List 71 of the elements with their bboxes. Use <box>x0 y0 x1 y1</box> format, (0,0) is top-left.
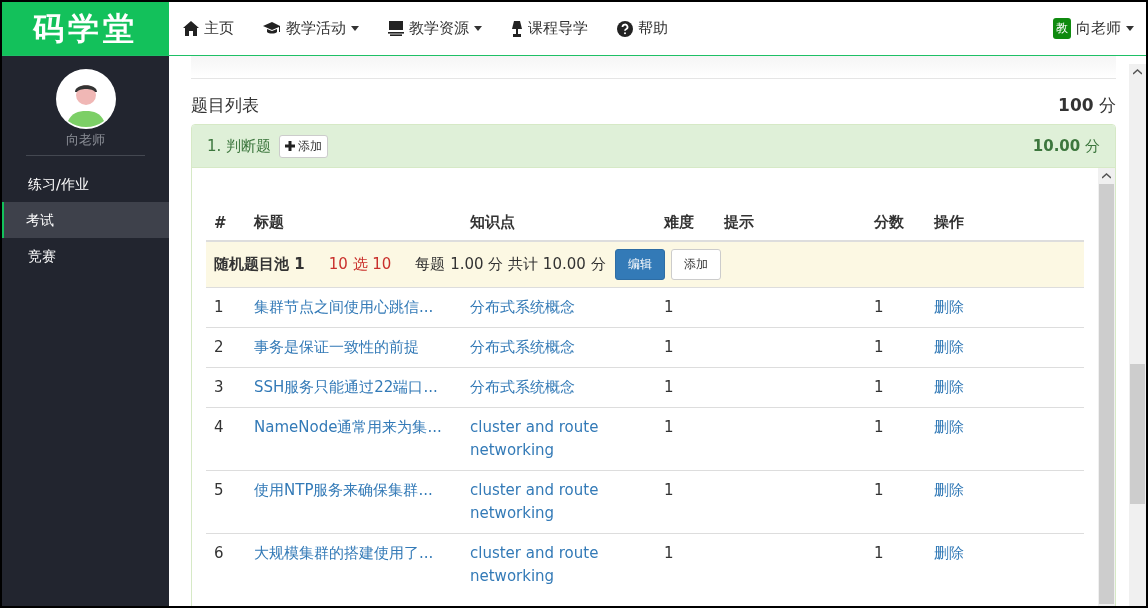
difficulty-cell: 1 <box>656 533 716 596</box>
sidebar-item[interactable]: 竞赛 <box>2 238 169 274</box>
question-link[interactable]: 集群节点之间使用心跳信... <box>254 296 454 319</box>
scrollbar-thumb[interactable] <box>1130 364 1145 504</box>
question-type-title: 1. 判断题 <box>207 136 272 156</box>
scroll-up-icon[interactable] <box>1133 69 1142 75</box>
difficulty-cell: 1 <box>656 327 716 368</box>
scrollbar[interactable] <box>1129 64 1146 606</box>
delete-link[interactable]: 删除 <box>934 376 1076 399</box>
home-icon <box>183 21 199 36</box>
scrollbar-thumb[interactable] <box>1099 184 1114 604</box>
edit-button[interactable]: 编辑 <box>614 249 665 280</box>
topic-link[interactable]: cluster and route networking <box>470 416 648 462</box>
lamp-icon <box>511 20 523 37</box>
scrollbar[interactable] <box>1098 168 1115 606</box>
add-button[interactable]: 添加 <box>279 134 329 158</box>
row-number: 4 <box>206 407 246 471</box>
nav-link[interactable]: 教学资源 <box>388 19 482 38</box>
sidebar-item[interactable]: 考试 <box>2 202 169 238</box>
topic-link[interactable]: cluster and route networking <box>470 542 648 588</box>
nav-link[interactable]: 教学活动 <box>263 19 359 38</box>
difficulty-cell: 1 <box>656 407 716 471</box>
topic-link[interactable]: 分布式系统概念 <box>470 296 648 319</box>
row-number: 3 <box>206 367 246 408</box>
user-name: 向老师 <box>65 131 106 149</box>
question-link[interactable]: 事务是保证一致性的前提 <box>254 336 454 359</box>
row-number: 6 <box>206 533 246 596</box>
delete-link[interactable]: 删除 <box>934 296 1076 319</box>
difficulty-cell: 1 <box>656 470 716 534</box>
score-cell: 1 <box>866 470 926 534</box>
score-cell: 1 <box>866 533 926 596</box>
delete-link[interactable]: 删除 <box>934 336 1076 359</box>
add-button[interactable]: 添加 <box>670 249 721 280</box>
delete-link[interactable]: 删除 <box>934 416 1076 439</box>
row-number: 2 <box>206 327 246 368</box>
row-number: 5 <box>206 470 246 534</box>
question-link[interactable]: SSH服务只能通过22端口... <box>254 376 454 399</box>
caret-icon <box>1126 26 1134 31</box>
pick-count: 10 选 10 <box>328 254 392 275</box>
monitor-icon <box>388 21 404 36</box>
topic-link[interactable]: cluster and route networking <box>470 479 648 525</box>
question-link[interactable]: 大规模集群的搭建使用了... <box>254 542 454 565</box>
pool-summary: 每题 1.00 分 共计 10.00 分 <box>415 254 606 275</box>
graduation-cap-icon <box>263 22 281 35</box>
score-cell: 1 <box>866 407 926 471</box>
row-number: 1 <box>206 287 246 328</box>
question-link[interactable]: 使用NTP服务来确保集群... <box>254 479 454 502</box>
nav-link[interactable]: 课程导学 <box>511 19 588 38</box>
total-score: 100 分 <box>1058 93 1116 117</box>
section-title: 题目列表 <box>191 93 259 117</box>
plus-icon <box>285 141 296 151</box>
score-cell: 1 <box>866 287 926 328</box>
role-badge: 教 <box>1053 18 1071 39</box>
help-icon <box>617 20 633 37</box>
sidebar-item[interactable]: 练习/作业 <box>2 166 169 202</box>
scroll-up-icon[interactable] <box>1102 173 1111 179</box>
score-cell: 1 <box>866 367 926 408</box>
pool-name: 随机题目池 1 <box>214 254 305 275</box>
section-score: 10.00 分 <box>1032 136 1100 156</box>
difficulty-cell: 1 <box>656 367 716 408</box>
question-link[interactable]: NameNode通常用来为集... <box>254 416 454 439</box>
difficulty-cell: 1 <box>656 287 716 328</box>
nav-link[interactable]: 主页 <box>183 19 234 38</box>
topic-link[interactable]: 分布式系统概念 <box>470 376 648 399</box>
nav-link[interactable]: 帮助 <box>617 19 668 38</box>
topic-link[interactable]: 分布式系统概念 <box>470 336 648 359</box>
avatar-icon <box>55 69 116 129</box>
delete-link[interactable]: 删除 <box>934 542 1076 565</box>
score-cell: 1 <box>866 327 926 368</box>
user-menu[interactable]: 教 向老师 <box>1053 2 1134 55</box>
delete-link[interactable]: 删除 <box>934 479 1076 502</box>
